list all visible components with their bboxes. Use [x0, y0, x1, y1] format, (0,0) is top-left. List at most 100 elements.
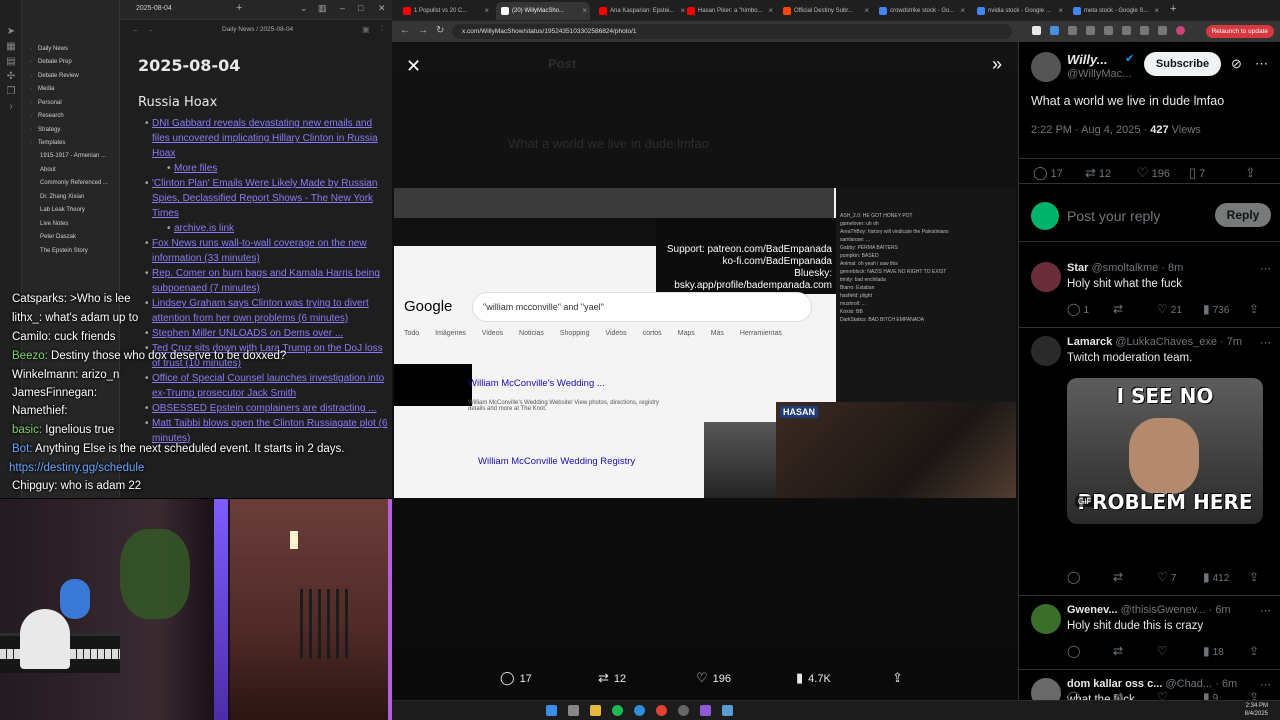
file-item[interactable]: The Epstein Story — [30, 245, 120, 259]
expand-panel-button[interactable]: » — [992, 54, 1002, 75]
extension-icon[interactable] — [1158, 26, 1167, 35]
obsidian-icon[interactable] — [700, 705, 711, 716]
reading-mode-icon[interactable]: ▣ — [362, 25, 370, 34]
note-link[interactable]: DNI Gabbard reveals devastating new emai… — [145, 116, 388, 161]
reply-button[interactable]: Reply — [1215, 203, 1271, 227]
reply-author[interactable]: Gwenev... @thisisGwenev... · 6m — [1067, 604, 1231, 616]
browser-tab[interactable]: crowdstrike stock - Go... × — [874, 2, 968, 20]
chat-username[interactable]: Beezo: — [12, 350, 48, 362]
app-icon[interactable] — [678, 705, 689, 716]
tab-close-icon[interactable]: × — [960, 2, 965, 20]
post-image[interactable]: Support: patreon.com/BadEmpanada ko-fi.c… — [394, 188, 1016, 498]
tab-close-icon[interactable]: × — [582, 2, 587, 20]
tab-close-icon[interactable]: × — [484, 2, 489, 20]
author-avatar[interactable] — [1031, 52, 1061, 82]
browser-tab[interactable]: nvidia stock - Google ... × — [972, 2, 1066, 20]
chat-username[interactable]: Camilo: — [12, 331, 51, 343]
folder-item[interactable]: › Debate Review — [30, 69, 120, 83]
browser-tab[interactable]: 1 Populist vs 20 C... × — [398, 2, 492, 20]
views-action[interactable]: ▮ 4.7K — [796, 670, 831, 686]
reply-stat[interactable]: ◯ 17 — [1033, 165, 1063, 181]
chrome-icon[interactable] — [656, 705, 667, 716]
back-arrow-icon[interactable]: ← — [132, 25, 140, 34]
chat-link[interactable]: https://destiny.gg/schedule — [9, 462, 144, 474]
chat-username[interactable]: lithx_: — [12, 312, 42, 324]
file-explorer-icon[interactable] — [590, 705, 601, 716]
browser-tab[interactable]: Hasan Piker: a "himbo... × — [682, 2, 776, 20]
file-item[interactable]: Dr. Zhang Xixian — [30, 191, 120, 205]
share-action[interactable]: ⇪ — [892, 670, 908, 686]
browser-tab[interactable]: Official Destiny Subr... × — [778, 2, 872, 20]
close-icon[interactable]: ✕ — [378, 3, 386, 14]
chat-username[interactable]: basic: — [12, 424, 42, 436]
reply-avatar[interactable] — [1031, 336, 1061, 366]
folder-item[interactable]: › Media — [30, 83, 120, 97]
url-input[interactable]: x.com/WillyMacShow/status/19524351033025… — [452, 24, 1012, 39]
repost-action[interactable]: ⇄ — [1113, 644, 1126, 658]
file-item[interactable]: Peter Daszak — [30, 231, 120, 245]
edge-icon[interactable] — [634, 705, 645, 716]
downloads-icon[interactable] — [1140, 26, 1149, 35]
bookmark-stat[interactable]: ▯ 7 — [1189, 165, 1205, 181]
more-icon[interactable]: ⋯ — [1260, 604, 1271, 617]
chat-username[interactable]: Bot: — [12, 443, 32, 455]
reply-action[interactable]: ◯ — [1067, 570, 1083, 584]
tab-close-icon[interactable]: × — [1154, 2, 1159, 20]
new-tab-icon[interactable]: + — [1170, 3, 1176, 15]
like-action[interactable]: ♡ 7 — [1157, 570, 1176, 584]
chat-username[interactable]: Chipguy: — [12, 480, 57, 492]
file-item[interactable]: Live Notes — [30, 218, 120, 232]
share-stat[interactable]: ⇪ — [1245, 165, 1259, 181]
bookmark-star-icon[interactable] — [1032, 26, 1041, 35]
graph-icon[interactable]: ✣ — [0, 69, 22, 84]
note-link[interactable]: archive.is link — [167, 221, 388, 236]
start-icon[interactable] — [546, 705, 557, 716]
profile-avatar[interactable] — [1176, 26, 1185, 35]
reply-author[interactable]: Lamarck @LukkaChaves_exe · 7m — [1067, 336, 1242, 348]
like-stat[interactable]: ♡ 196 — [1137, 165, 1170, 181]
share-action[interactable]: ⇪ — [1249, 302, 1262, 316]
reply-item[interactable]: Star @smoltalkme · 8m ⋯ Holy shit what the… — [1019, 254, 1280, 328]
chat-username[interactable]: Catsparks: — [12, 293, 67, 305]
more-icon[interactable]: ⋯ — [1260, 336, 1271, 349]
chevron-down-icon[interactable]: ⌄ — [300, 3, 308, 14]
reply-action[interactable]: ◯ 17 — [500, 670, 532, 686]
reply-item[interactable]: Gwenev... @thisisGwenev... · 6m ⋯ Holy shi… — [1019, 596, 1280, 670]
repost-action[interactable]: ⇄ — [1113, 570, 1126, 584]
post-time[interactable]: 2:22 PM · Aug 4, 2025 · — [1031, 124, 1150, 136]
folder-item[interactable]: › Research — [30, 110, 120, 124]
reply-author[interactable]: dom kallar oss c... @Chad... · 6m — [1067, 678, 1237, 690]
note-link[interactable]: Fox News runs wall-to-wall coverage on t… — [145, 236, 388, 266]
relaunch-button[interactable]: Relaunch to update — [1205, 25, 1274, 38]
sidebar-icon[interactable] — [1122, 26, 1131, 35]
layout-icon[interactable]: ▥ — [318, 3, 327, 14]
views-action[interactable]: ▮ 736 — [1203, 302, 1229, 316]
extension-icon[interactable] — [1104, 26, 1113, 35]
extension-icon[interactable] — [1068, 26, 1077, 35]
calendar-icon[interactable]: ▤ — [0, 54, 22, 69]
reply-gif[interactable]: I SEE NO PROBLEM HERE GIF — [1067, 378, 1263, 524]
reply-action[interactable]: ◯ — [1067, 644, 1083, 658]
reply-avatar[interactable] — [1031, 262, 1061, 292]
chat-username[interactable]: Winkelmann: — [12, 369, 78, 381]
like-action[interactable]: ♡ 21 — [1157, 302, 1182, 316]
spotify-icon[interactable] — [612, 705, 623, 716]
note-link[interactable]: 'Clinton Plan' Emails Were Likely Made b… — [145, 176, 388, 221]
share-action[interactable]: ⇪ — [1249, 644, 1262, 658]
terminal-icon[interactable]: › — [0, 99, 22, 114]
folder-item[interactable]: › Strategy — [30, 123, 120, 137]
extension-icon[interactable] — [1050, 26, 1059, 35]
file-item[interactable]: About — [30, 164, 120, 178]
more-icon[interactable]: ⋯ — [1260, 262, 1271, 275]
note-tab[interactable]: 2025-08-04 — [136, 5, 172, 12]
repost-action[interactable]: ⇄ 12 — [598, 670, 626, 686]
send-icon[interactable]: ➤ — [0, 24, 22, 39]
chat-username[interactable]: JamesFinnegan: — [12, 387, 97, 399]
browser-tab[interactable]: Ana Kasparian: Epstei... × — [594, 2, 688, 20]
file-item[interactable]: Lab Leak Theory — [30, 204, 120, 218]
system-clock[interactable]: 2:34 PM 8/4/2025 — [1245, 702, 1268, 718]
file-item[interactable]: Commonly Referenced ... — [30, 177, 120, 191]
chat-username[interactable]: Namethief: — [12, 405, 68, 417]
tab-close-icon[interactable]: × — [1058, 2, 1063, 20]
minimize-icon[interactable]: – — [340, 3, 345, 13]
